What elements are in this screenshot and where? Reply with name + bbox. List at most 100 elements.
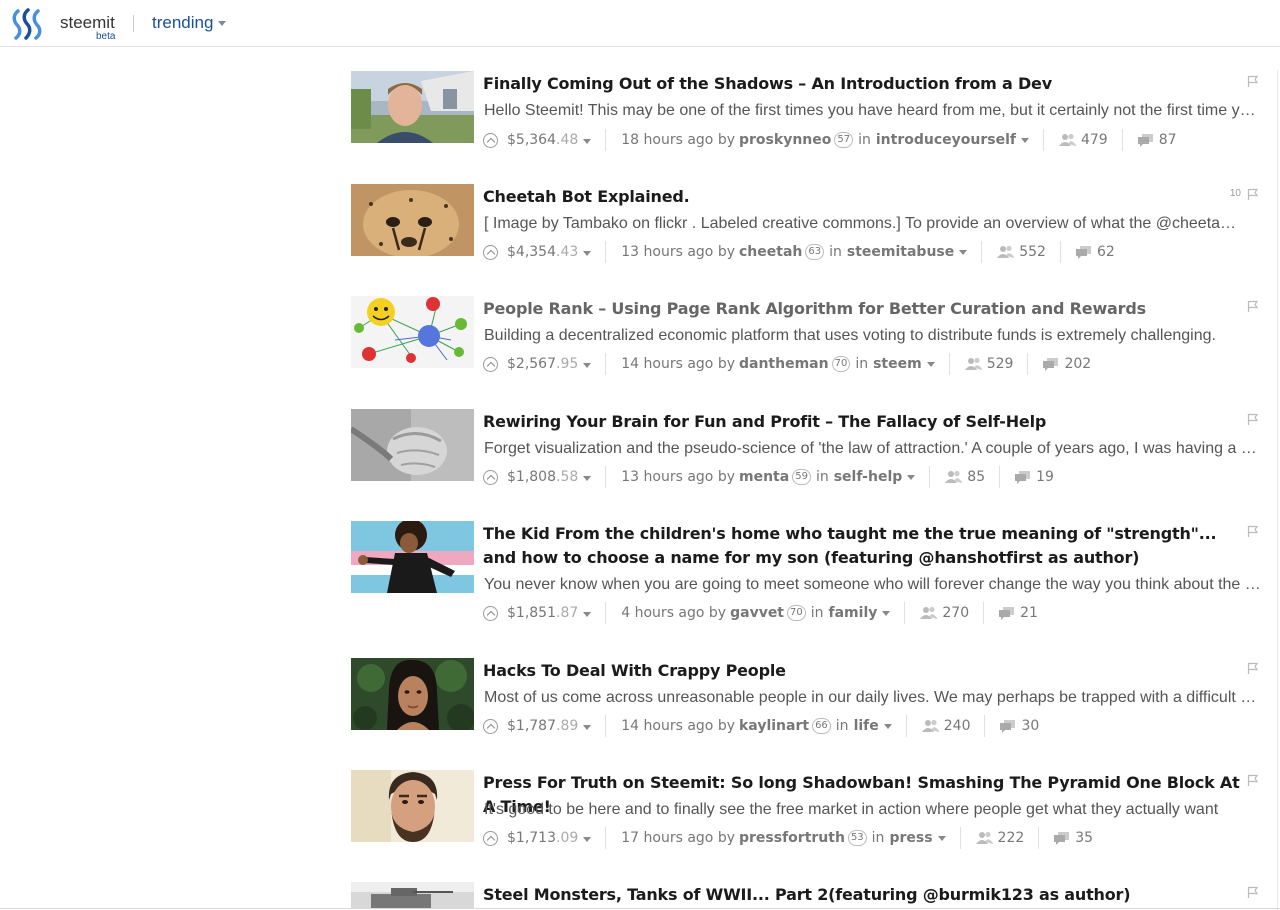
flag-icon[interactable] bbox=[1247, 300, 1259, 313]
upvote-icon[interactable] bbox=[483, 718, 498, 734]
upvote-icon[interactable] bbox=[483, 605, 498, 621]
comments-icon[interactable] bbox=[999, 606, 1015, 620]
post-thumbnail[interactable] bbox=[351, 184, 474, 256]
comment-count[interactable]: 87 bbox=[1159, 132, 1177, 148]
upvote-icon[interactable] bbox=[483, 469, 498, 485]
post-category[interactable]: self-help bbox=[834, 469, 903, 485]
post-author[interactable]: gavvet bbox=[730, 605, 784, 621]
comment-count[interactable]: 19 bbox=[1036, 469, 1054, 485]
comments-icon[interactable] bbox=[1043, 357, 1059, 371]
comment-count[interactable]: 30 bbox=[1021, 718, 1039, 734]
voters-icon[interactable] bbox=[945, 470, 963, 484]
upvote-icon[interactable] bbox=[483, 244, 498, 260]
payout-dropdown[interactable]: $1,851.87 bbox=[507, 605, 592, 621]
post-meta: $1,851.87 4 hours ago by gavvet 70 in fa… bbox=[483, 602, 1038, 624]
post-author[interactable]: proskynneo bbox=[739, 132, 831, 148]
post-summary[interactable]: Most of us come across unreasonable peop… bbox=[484, 687, 1264, 709]
payout-dropdown[interactable]: $1,787.89 bbox=[507, 718, 592, 734]
comments-icon[interactable] bbox=[1015, 470, 1031, 484]
voters-icon[interactable] bbox=[997, 245, 1015, 259]
post-category[interactable]: steem bbox=[873, 356, 922, 372]
steemit-logo-icon[interactable] bbox=[10, 7, 46, 41]
flag-icon[interactable] bbox=[1247, 525, 1259, 538]
payout-dropdown[interactable]: $2,567.95 bbox=[507, 356, 592, 372]
post-category[interactable]: introduceyourself bbox=[876, 132, 1016, 148]
post-author[interactable]: cheetah bbox=[739, 244, 802, 260]
chevron-down-icon bbox=[218, 21, 227, 27]
post-category[interactable]: steemitabuse bbox=[847, 244, 954, 260]
payout-dropdown[interactable]: $5,364.48 bbox=[507, 132, 592, 148]
post-thumbnail[interactable] bbox=[351, 296, 474, 368]
post-category[interactable]: family bbox=[829, 605, 878, 621]
author-reputation: 70 bbox=[831, 356, 851, 372]
comments-icon[interactable] bbox=[1000, 719, 1016, 733]
comment-count[interactable]: 21 bbox=[1020, 605, 1038, 621]
bottom-divider bbox=[0, 908, 1280, 909]
post-author[interactable]: kaylinart bbox=[739, 718, 809, 734]
post-summary[interactable]: Building a decentralized economic platfo… bbox=[484, 325, 1264, 347]
voters-icon[interactable] bbox=[920, 606, 938, 620]
post-title[interactable]: Finally Coming Out of the Shadows – An I… bbox=[483, 72, 1243, 96]
comments-icon[interactable] bbox=[1054, 831, 1070, 845]
post-thumbnail[interactable] bbox=[351, 770, 474, 842]
post-summary[interactable]: [ Image by Tambako on flickr . Labeled c… bbox=[484, 213, 1244, 235]
upvote-icon[interactable] bbox=[483, 356, 498, 372]
post-summary[interactable]: Forget visualization and the pseudo-scie… bbox=[484, 438, 1264, 460]
flag-icon[interactable] bbox=[1247, 886, 1259, 899]
voters-icon[interactable] bbox=[964, 357, 983, 371]
chevron-down-icon[interactable] bbox=[1020, 137, 1029, 143]
brand-name[interactable]: steemit bbox=[60, 13, 115, 33]
chevron-down-icon[interactable] bbox=[883, 723, 892, 729]
post-author[interactable]: pressfortruth bbox=[739, 830, 845, 846]
chevron-down-icon[interactable] bbox=[907, 474, 916, 480]
post-summary[interactable]: You never know when you are going to mee… bbox=[484, 574, 1264, 596]
flag-icon[interactable] bbox=[1247, 774, 1259, 787]
post-title[interactable]: Cheetah Bot Explained. bbox=[483, 185, 1243, 209]
chevron-down-icon[interactable] bbox=[882, 610, 891, 616]
post-category[interactable]: life bbox=[854, 718, 879, 734]
post-time: 14 hours ago by bbox=[621, 356, 735, 372]
voters-icon[interactable] bbox=[1058, 133, 1077, 147]
upvote-icon[interactable] bbox=[483, 132, 498, 148]
post-thumbnail[interactable] bbox=[351, 409, 474, 481]
post-title[interactable]: Hacks To Deal With Crappy People bbox=[483, 659, 1243, 683]
voters-icon[interactable] bbox=[975, 831, 994, 845]
comments-icon[interactable] bbox=[1137, 133, 1153, 147]
post-author[interactable]: menta bbox=[739, 469, 789, 485]
voters-icon[interactable] bbox=[921, 719, 940, 733]
post-title[interactable]: The Kid From the children's home who tau… bbox=[483, 522, 1243, 570]
post-title[interactable]: People Rank – Using Page Rank Algorithm … bbox=[483, 297, 1243, 321]
post-title[interactable]: Steel Monsters, Tanks of WWII... Part 2(… bbox=[483, 883, 1243, 907]
chevron-down-icon bbox=[583, 139, 592, 144]
comment-count[interactable]: 35 bbox=[1075, 830, 1093, 846]
chevron-down-icon[interactable] bbox=[937, 835, 946, 841]
post-thumbnail[interactable] bbox=[351, 658, 474, 730]
comments-icon[interactable] bbox=[1075, 245, 1091, 259]
post-time: 13 hours ago by bbox=[621, 469, 735, 485]
post-category[interactable]: press bbox=[889, 830, 932, 846]
post-summary[interactable]: It's good to be here and to finally see … bbox=[484, 799, 1264, 821]
post-summary[interactable]: Hello Steemit! This may be one of the fi… bbox=[484, 100, 1264, 122]
payout-dropdown[interactable]: $1,713.09 bbox=[507, 830, 592, 846]
flag-icon[interactable] bbox=[1247, 75, 1259, 88]
sort-dropdown[interactable]: trending bbox=[152, 13, 227, 33]
post-title[interactable]: Rewiring Your Brain for Fun and Profit –… bbox=[483, 410, 1243, 434]
flag-icon[interactable] bbox=[1247, 662, 1259, 675]
flag-icon[interactable] bbox=[1247, 188, 1259, 201]
post-meta: $4,354.43 13 hours ago by cheetah 63 in … bbox=[483, 241, 1115, 263]
author-reputation: 63 bbox=[805, 244, 825, 260]
payout-dropdown[interactable]: $1,808.58 bbox=[507, 469, 592, 485]
post-thumbnail[interactable] bbox=[351, 521, 474, 593]
flag-icon[interactable] bbox=[1247, 413, 1259, 426]
comment-count[interactable]: 62 bbox=[1097, 244, 1115, 260]
chevron-down-icon[interactable] bbox=[926, 361, 935, 367]
post-thumbnail[interactable] bbox=[351, 71, 474, 143]
chevron-down-icon[interactable] bbox=[959, 249, 968, 255]
post-thumbnail[interactable] bbox=[351, 882, 474, 908]
payout-dropdown[interactable]: $4,354.43 bbox=[507, 244, 592, 260]
comment-count[interactable]: 202 bbox=[1064, 356, 1091, 372]
post-meta: $2,567.95 14 hours ago by dantheman 70 i… bbox=[483, 353, 1091, 375]
post-author[interactable]: dantheman bbox=[739, 356, 829, 372]
upvote-icon[interactable] bbox=[483, 830, 498, 846]
flag-count: 10 bbox=[1229, 188, 1241, 199]
